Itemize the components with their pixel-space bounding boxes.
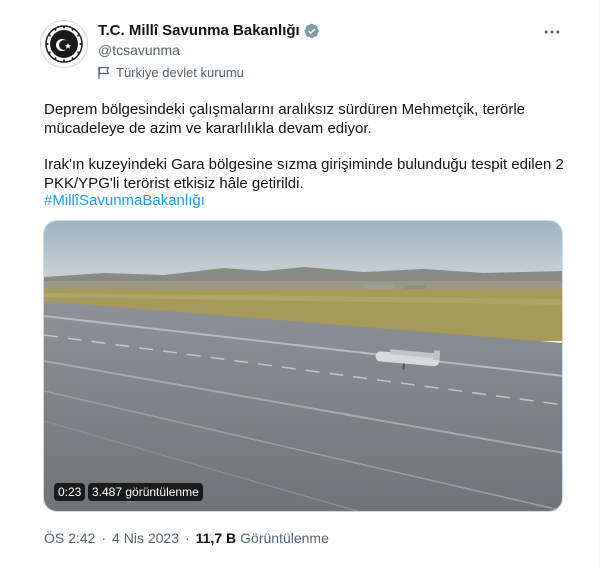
affiliation-text: Türkiye devlet kurumu <box>116 65 244 80</box>
tweet-text-paragraph-2: Irak'ın kuzeyindeki Gara bölgesine sızma… <box>44 156 564 192</box>
ministry-emblem-icon <box>45 25 83 63</box>
tweet-meta: ÖS 2:42 · 4 Nis 2023 · 11,7 B Görüntülen… <box>44 530 329 546</box>
hashtag-link[interactable]: #MillîSavunmaBakanlığı <box>44 192 205 209</box>
video-player[interactable] <box>43 220 563 512</box>
display-name[interactable]: T.C. Millî Savunma Bakanlığı <box>98 22 300 39</box>
account-handle[interactable]: @tcsavunma <box>98 42 180 58</box>
tweet-text-paragraph-1: Deprem bölgesindeki çalışmalarını aralık… <box>44 101 526 137</box>
meta-separator: · <box>184 530 190 546</box>
tweet-date[interactable]: 4 Nis 2023 <box>112 530 179 546</box>
verified-badge-icon <box>304 23 320 39</box>
account-avatar[interactable] <box>40 20 88 68</box>
video-views-badge: 3.487 görüntülenme <box>88 483 203 501</box>
tweet-time[interactable]: ÖS 2:42 <box>44 530 95 546</box>
video-frame-runway <box>44 221 562 511</box>
affiliation-label[interactable]: Türkiye devlet kurumu <box>98 65 244 80</box>
more-options-icon[interactable] <box>540 22 564 42</box>
view-count: 11,7 B <box>195 530 237 546</box>
tweet-card: T.C. Millî Savunma Bakanlığı @tcsavunma … <box>0 0 600 568</box>
video-duration-badge: 0:23 <box>54 483 86 501</box>
government-flag-icon <box>98 66 110 80</box>
meta-separator: · <box>101 530 107 546</box>
view-label: Görüntülenme <box>240 530 329 546</box>
account-name-row[interactable]: T.C. Millî Savunma Bakanlığı <box>98 22 320 39</box>
